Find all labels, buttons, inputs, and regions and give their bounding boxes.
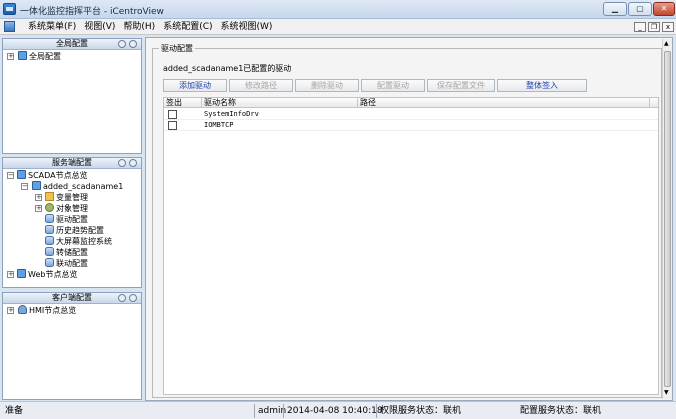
expand-icon[interactable]: + xyxy=(7,271,14,278)
panel-header: 客户端配置 xyxy=(3,293,141,304)
mdi-restore-button[interactable]: ❐ xyxy=(648,22,660,32)
menu-view[interactable]: 视图(V) xyxy=(80,21,119,33)
database-icon xyxy=(45,258,54,267)
collapse-tree-icon[interactable]: − xyxy=(7,172,14,179)
panel-header: 全局配置 xyxy=(3,39,141,50)
scrollbar-thumb[interactable] xyxy=(664,51,671,387)
tree-node-objects[interactable]: 对象管理 xyxy=(45,203,88,214)
add-driver-button[interactable]: 添加驱动 xyxy=(163,79,227,92)
server-icon xyxy=(32,181,41,190)
database-icon xyxy=(45,225,54,234)
driver-name-cell: IOMBTCP xyxy=(204,121,234,129)
maximize-button[interactable]: ▢ xyxy=(628,2,652,16)
web-icon xyxy=(17,269,26,278)
driver-table: 签出 驱动名称 路径 SystemInfoDrv IOMBTCP xyxy=(163,97,659,395)
save-config-button[interactable]: 保存配置文件 xyxy=(427,79,495,92)
panel-header: 服务端配置 xyxy=(3,158,141,169)
collapse-icon[interactable] xyxy=(118,40,126,48)
menu-bar: 系统菜单(F) 视图(V) 帮助(H) 系统配置(C) 系统视图(W) _ ❐ … xyxy=(0,19,676,35)
collapse-icon[interactable] xyxy=(118,159,126,167)
minimize-button[interactable]: ▁ xyxy=(603,2,627,16)
scroll-up-icon[interactable]: ▲ xyxy=(664,40,669,47)
main-panel: 驱动配置 added_scadaname1已配置的驱动 添加驱动 修改路径 删除… xyxy=(145,37,673,401)
driver-name-cell: SystemInfoDrv xyxy=(204,110,259,118)
status-auth-service: 权限服务状态：联机 xyxy=(376,404,461,418)
tree-node-global[interactable]: 全局配置 xyxy=(18,51,61,62)
global-config-panel: 全局配置 + 全局配置 xyxy=(2,38,142,154)
menu-system[interactable]: 系统菜单(F) xyxy=(24,21,80,33)
tree-node-bigscreen[interactable]: 大屏幕监控系统 xyxy=(45,236,112,247)
menu-system-view[interactable]: 系统视图(W) xyxy=(217,21,277,33)
tree-node-variables[interactable]: 变量管理 xyxy=(45,192,88,203)
panel-title: 客户端配置 xyxy=(52,293,92,302)
status-config-service: 配置服务状态：联机 xyxy=(520,406,602,416)
table-row[interactable]: IOMBTCP xyxy=(164,120,658,131)
tree-node-web-root[interactable]: Web节点总览 xyxy=(17,269,77,280)
folder-icon xyxy=(45,192,54,201)
expand-icon[interactable]: + xyxy=(7,307,14,314)
table-header: 签出 驱动名称 路径 xyxy=(164,98,658,108)
status-datetime: 2014-04-08 10:40:18 xyxy=(283,404,383,418)
tree-node-scada-root[interactable]: SCADA节点总览 xyxy=(17,170,88,181)
driver-icon xyxy=(45,214,54,223)
menu-help[interactable]: 帮助(H) xyxy=(119,21,159,33)
tree-node-scada-node[interactable]: added_scadaname1 xyxy=(32,181,123,192)
column-checkout[interactable]: 签出 xyxy=(164,98,202,108)
expand-icon[interactable]: + xyxy=(35,205,42,212)
configure-driver-button[interactable]: 配置驱动 xyxy=(361,79,425,92)
status-bar: 准备 admin 2014-04-08 10:40:18 权限服务状态：联机 配… xyxy=(0,401,676,419)
checkout-checkbox[interactable] xyxy=(168,110,177,119)
title-bar: 一体化监控指挥平台 - iCentroView ▁ ▢ ✕ xyxy=(0,0,676,19)
checkin-all-button[interactable]: 整体签入 xyxy=(497,79,587,92)
server-config-panel: 服务端配置 − SCADA节点总览 − added_scadaname1 + 变… xyxy=(2,157,142,288)
tree-node-dump[interactable]: 转储配置 xyxy=(45,247,88,258)
app-icon xyxy=(3,3,16,15)
menu-system-config[interactable]: 系统配置(C) xyxy=(159,21,216,33)
hmi-icon xyxy=(18,305,27,314)
object-icon xyxy=(45,203,54,212)
close-button[interactable]: ✕ xyxy=(653,2,675,16)
collapse-icon[interactable] xyxy=(118,294,126,302)
close-panel-icon[interactable] xyxy=(129,159,137,167)
status-ready: 准备 xyxy=(5,406,24,416)
status-user: admin xyxy=(254,404,286,418)
close-panel-icon[interactable] xyxy=(129,40,137,48)
expand-icon[interactable]: + xyxy=(7,53,14,60)
database-icon xyxy=(45,236,54,245)
modify-path-button[interactable]: 修改路径 xyxy=(229,79,293,92)
tree-node-drivers[interactable]: 驱动配置 xyxy=(45,214,88,225)
delete-driver-button[interactable]: 删除驱动 xyxy=(295,79,359,92)
group-title: 驱动配置 xyxy=(159,43,195,54)
close-panel-icon[interactable] xyxy=(129,294,137,302)
tree-node-history-trend[interactable]: 历史趋势配置 xyxy=(45,225,104,236)
database-icon xyxy=(45,247,54,256)
document-icon xyxy=(4,21,15,32)
table-row[interactable]: SystemInfoDrv xyxy=(164,109,658,120)
mdi-minimize-button[interactable]: _ xyxy=(634,22,646,32)
network-icon xyxy=(18,51,27,60)
network-icon xyxy=(17,170,26,179)
checkout-checkbox[interactable] xyxy=(168,121,177,130)
column-driver-name[interactable]: 驱动名称 xyxy=(202,98,358,108)
driver-config-group: 驱动配置 added_scadaname1已配置的驱动 添加驱动 修改路径 删除… xyxy=(152,43,662,398)
column-path[interactable]: 路径 xyxy=(358,98,650,108)
window-title: 一体化监控指挥平台 - iCentroView xyxy=(20,7,164,17)
panel-title: 全局配置 xyxy=(56,39,88,48)
client-config-panel: 客户端配置 + HMI节点总览 xyxy=(2,292,142,400)
scroll-down-icon[interactable]: ▼ xyxy=(664,389,669,396)
panel-title: 服务端配置 xyxy=(52,158,92,167)
tree-node-hmi-root[interactable]: HMI节点总览 xyxy=(18,305,76,316)
collapse-tree-icon[interactable]: − xyxy=(21,183,28,190)
mdi-close-button[interactable]: x xyxy=(662,22,674,32)
tree-node-linkage[interactable]: 联动配置 xyxy=(45,258,88,269)
expand-icon[interactable]: + xyxy=(35,194,42,201)
driver-description: added_scadaname1已配置的驱动 xyxy=(163,64,292,73)
vertical-scrollbar[interactable]: ▲ ▼ xyxy=(662,39,672,399)
